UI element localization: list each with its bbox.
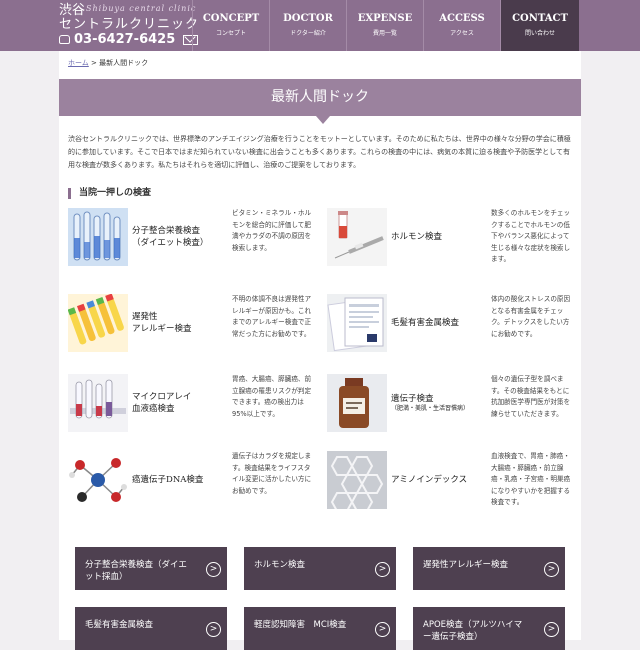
- title-pointer: [316, 116, 330, 124]
- exam-card[interactable]: アミノインデックス 血液検査で、胃癌・肺癌・大腸癌・膵臓癌・前立腺癌・乳癌・子宮…: [327, 451, 577, 515]
- chevron-right-icon: >: [544, 622, 559, 637]
- exam-name-line1: 毛髪有害金属検査: [391, 318, 460, 328]
- bottle-icon: [327, 374, 387, 432]
- page-title: 最新人間ドック: [59, 79, 581, 116]
- nav-label: CONCEPT: [202, 13, 260, 24]
- nav-sublabel: コンセプト: [215, 30, 246, 37]
- exam-card[interactable]: マイクロアレイ 血液癌検査 胃癌、大腸癌、膵臓癌、前立腺癌の罹患リスクが判定できま…: [68, 374, 318, 438]
- test-tubes-icon: [68, 208, 128, 266]
- exam-description: 数多くのホルモンをチェックすることでホルモンの低下やバランス悪化によって生じる様…: [491, 209, 571, 263]
- exam-name-line1: 遅発性: [132, 312, 158, 322]
- nav-sublabel: 問い合わせ: [524, 30, 555, 37]
- phone-contact[interactable]: 03-6427-6425: [59, 32, 199, 47]
- nav-sublabel: ドクター紹介: [290, 30, 326, 37]
- exam-name-line1: マイクロアレイ: [132, 392, 192, 402]
- button-label-line2: ー遺伝子検査）: [423, 632, 483, 642]
- exam-name-line2: （ダイエット検査）: [132, 238, 209, 248]
- exam-description: 体内の酸化ストレスの原因となる有害金属をチェック。デトックスをしたい方にお勧めで…: [491, 295, 571, 338]
- exam-name-line2: アレルギー検査: [132, 324, 192, 334]
- exam-link-button[interactable]: 分子整合栄養検査（ダイエ ット採血） >: [75, 547, 227, 590]
- exam-link-button[interactable]: ホルモン検査 >: [244, 547, 396, 590]
- exam-description: 遺伝子はカラダを規定します。検査結果をライフスタイル変更に活かしたい方にお勧めで…: [232, 452, 312, 495]
- lattice-icon: [327, 451, 387, 509]
- breadcrumb-separator: >: [91, 59, 97, 67]
- exam-name-line1: 遺伝子検査: [391, 394, 434, 404]
- lab-tubes-icon: [68, 374, 128, 432]
- exam-name-line1: ホルモン検査: [391, 232, 443, 242]
- exam-name: 癌遺伝子DNA検査: [132, 451, 227, 509]
- exam-description: ビタミン・ミネラル・ホルモンを総合的に評価して肥満やカラダの不調の原因を検索しま…: [232, 209, 312, 252]
- exam-name-line1: 分子整合栄養検査: [132, 226, 201, 236]
- button-label-line1: 軽度認知障害 MCI検査: [254, 620, 347, 630]
- exam-card[interactable]: ホルモン検査 数多くのホルモンをチェックすることでホルモンの低下やバランス悪化に…: [327, 208, 577, 272]
- molecule-icon: [68, 451, 128, 509]
- exam-name: 遅発性アレルギー検査: [132, 294, 227, 352]
- breadcrumb-home-link[interactable]: ホーム: [68, 59, 89, 67]
- button-label-line1: 分子整合栄養検査（ダイエ: [85, 560, 187, 570]
- section-heading: 当院一押しの検査: [68, 188, 151, 199]
- main-content: ホーム > 最新人間ドック 最新人間ドック 渋谷セントラルクリニックでは、世界標…: [59, 51, 581, 650]
- nav-access[interactable]: ACCESS アクセス: [423, 0, 500, 51]
- phone-number: 03-6427-6425: [74, 32, 176, 47]
- exam-name-line2: 血液癌検査: [132, 404, 175, 414]
- exam-name-subtitle: （肥満・美肌・生活習慣病）: [391, 405, 470, 412]
- exam-name: ホルモン検査: [391, 208, 486, 266]
- button-label-line1: 毛髪有害金属検査: [85, 620, 154, 630]
- exam-name: 毛髪有害金属検査: [391, 294, 486, 352]
- breadcrumb: ホーム > 最新人間ドック: [68, 58, 148, 68]
- syringe-icon: [327, 208, 387, 266]
- report-icon: [327, 294, 387, 352]
- nav-doctor[interactable]: DOCTOR ドクター紹介: [269, 0, 346, 51]
- exam-description: 個々の遺伝子型を調べます。その検査結果をもとに抗加齢医学専門医が対策を練らせてい…: [491, 375, 571, 418]
- chevron-right-icon: >: [206, 622, 221, 637]
- site-header: 渋谷 セントラルクリニック Shibuya central clinic 03-…: [0, 0, 640, 51]
- exam-description: 胃癌、大腸癌、膵臓癌、前立腺癌の罹患リスクが判定できます。癌の検出力は95%以上…: [232, 375, 312, 418]
- button-label-line1: ホルモン検査: [254, 560, 306, 570]
- exam-link-button[interactable]: 毛髪有害金属検査 >: [75, 607, 227, 650]
- exam-name: 分子整合栄養検査 （ダイエット検査）: [132, 208, 227, 266]
- chevron-right-icon: >: [375, 562, 390, 577]
- nav-contact[interactable]: CONTACT 問い合わせ: [500, 0, 579, 51]
- intro-text: 渋谷セントラルクリニックでは、世界標準のアンチエイジング治療を行うことをモットー…: [68, 135, 571, 169]
- nav-label: EXPENSE: [357, 13, 413, 24]
- button-label-line1: 遅発性アレルギー検査: [423, 560, 509, 570]
- nav-expense[interactable]: EXPENSE 費用一覧: [346, 0, 423, 51]
- exam-name: 遺伝子検査 （肥満・美肌・生活習慣病）: [391, 374, 486, 432]
- exam-description: 不明の体調不良は遅発性アレルギーが原因かも。これまでのアレルギー検査で正常だった…: [232, 295, 312, 338]
- exam-name-line1: アミノインデックス: [391, 475, 468, 485]
- exam-card[interactable]: 毛髪有害金属検査 体内の酸化ストレスの原因となる有害金属をチェック。デトックスを…: [327, 294, 577, 358]
- exam-name-line1: 癌遺伝子DNA検査: [132, 475, 204, 485]
- exam-link-button[interactable]: 軽度認知障害 MCI検査 >: [244, 607, 396, 650]
- chevron-right-icon: >: [375, 622, 390, 637]
- vials-icon: [68, 294, 128, 352]
- nav-sublabel: 費用一覧: [372, 30, 397, 37]
- exam-link-button[interactable]: 遅発性アレルギー検査 >: [413, 547, 565, 590]
- telephone-icon: [59, 35, 70, 44]
- breadcrumb-current: 最新人間ドック: [99, 59, 149, 67]
- button-label-line1: APOE検査（アルツハイマ: [423, 620, 523, 630]
- logo-english: Shibuya central clinic: [86, 4, 197, 13]
- exam-link-button[interactable]: APOE検査（アルツハイマ ー遺伝子検査） >: [413, 607, 565, 650]
- exam-card[interactable]: 遺伝子検査 （肥満・美肌・生活習慣病） 個々の遺伝子型を調べます。その検査結果をも…: [327, 374, 577, 438]
- nav-label: DOCTOR: [283, 13, 333, 24]
- exam-card[interactable]: 遅発性アレルギー検査 不明の体調不良は遅発性アレルギーが原因かも。これまでのアレ…: [68, 294, 318, 358]
- exam-card[interactable]: 癌遺伝子DNA検査 遺伝子はカラダを規定します。検査結果をライフスタイル変更に活…: [68, 451, 318, 515]
- chevron-right-icon: >: [544, 562, 559, 577]
- exam-name: アミノインデックス: [391, 451, 486, 509]
- exam-description: 血液検査で、胃癌・肺癌・大腸癌・膵臓癌・前立腺癌・乳癌・子宮癌・明巣癌になりやす…: [491, 452, 571, 506]
- logo-line2: セントラルクリニック: [59, 17, 200, 32]
- exam-name: マイクロアレイ 血液癌検査: [132, 374, 227, 432]
- exam-card[interactable]: 分子整合栄養検査 （ダイエット検査） ビタミン・ミネラル・ホルモンを総合的に評価し…: [68, 208, 318, 272]
- button-label-line2: ット採血）: [85, 572, 128, 582]
- nav-label: ACCESS: [439, 13, 485, 24]
- nav-concept[interactable]: CONCEPT コンセプト: [192, 0, 269, 51]
- nav-label: CONTACT: [512, 13, 568, 24]
- nav-sublabel: アクセス: [450, 30, 474, 37]
- chevron-right-icon: >: [206, 562, 221, 577]
- main-nav: CONCEPT コンセプト DOCTOR ドクター紹介 EXPENSE 費用一覧…: [192, 0, 579, 51]
